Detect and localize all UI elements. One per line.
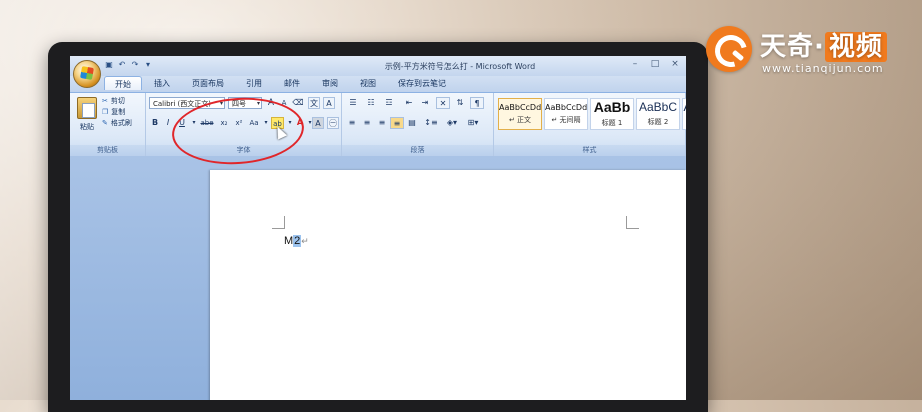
justify-icon[interactable]: ≡ bbox=[390, 117, 404, 129]
tab-mailings[interactable]: 邮件 bbox=[274, 76, 310, 90]
distributed-icon[interactable]: ▤ bbox=[405, 117, 419, 129]
clear-format-button[interactable]: ⌫ bbox=[292, 97, 304, 109]
tab-home[interactable]: 开始 bbox=[104, 76, 142, 90]
cut-button[interactable]: ✂ 剪切 bbox=[102, 96, 132, 107]
line-spacing-icon[interactable]: ↕≡ bbox=[422, 117, 440, 129]
style-sample: AaBbC bbox=[638, 100, 678, 114]
align-center-icon[interactable]: ≡ bbox=[360, 117, 374, 129]
bold-button[interactable]: B bbox=[149, 117, 161, 129]
quick-access-toolbar: ▣ ↶ ↷ ▾ bbox=[104, 60, 153, 70]
watermark-url: www.tianqijun.com bbox=[762, 62, 884, 75]
multilevel-list-icon[interactable]: ☲ bbox=[381, 97, 397, 109]
maximize-button[interactable]: □ bbox=[648, 59, 662, 70]
style-sample-partial: A bbox=[683, 100, 686, 114]
borders-icon[interactable]: ⊞▾ bbox=[464, 117, 482, 129]
copy-label: 复制 bbox=[111, 108, 126, 116]
char-shading-button[interactable]: A bbox=[312, 117, 324, 129]
style-sample: AaBbCcDd bbox=[499, 103, 541, 112]
paste-icon bbox=[77, 97, 97, 119]
paragraph-group: ☰ ☷ ☲ ⇤ ⇥ ✕ ⇅ ¶ ≡ ≡ ≡ ≡ ▤ ↕≡ ◈▾ ⊞▾ 段落 bbox=[342, 93, 494, 157]
style-heading-1[interactable]: AaBb 标题 1 bbox=[590, 98, 634, 130]
tab-save-to-cloud-notes[interactable]: 保存到云笔记 bbox=[388, 76, 456, 90]
cut-label: 剪切 bbox=[110, 97, 125, 105]
minimize-button[interactable]: – bbox=[628, 59, 642, 70]
text-run: M bbox=[284, 235, 294, 247]
format-painter-label: 格式刷 bbox=[110, 119, 132, 127]
ribbon: 粘贴 ✂ 剪切 ❐ 复制 ✎ 格式刷 剪贴板 Calibri (西文正文) ▾ 四号 ▾ … bbox=[70, 92, 686, 158]
style-normal[interactable]: AaBbCcDd ↵ 正文 bbox=[498, 98, 542, 130]
copy-button[interactable]: ❐ 复制 bbox=[102, 107, 132, 118]
title-bar: ▣ ↶ ↷ ▾ 示例-平方米符号怎么打 - Microsoft Word – □… bbox=[70, 56, 686, 76]
window-title: 示例-平方米符号怎么打 - Microsoft Word bbox=[384, 62, 536, 71]
char-border-button[interactable]: A bbox=[323, 97, 335, 109]
document-text[interactable]: M2↵ bbox=[284, 235, 309, 247]
watermark: 天奇· 视频 www.tianqijun.com bbox=[706, 22, 916, 82]
clipboard-actions: ✂ 剪切 ❐ 复制 ✎ 格式刷 bbox=[102, 96, 132, 129]
tab-references[interactable]: 引用 bbox=[236, 76, 272, 90]
styles-group: AaBbCcDd ↵ 正文 AaBbCcDd ↵ 无间隔 AaBb 标题 1 A… bbox=[494, 93, 686, 157]
document-page[interactable]: M2↵ bbox=[210, 170, 686, 400]
align-left-icon[interactable]: ≡ bbox=[345, 117, 359, 129]
clipboard-group: 粘贴 ✂ 剪切 ❐ 复制 ✎ 格式刷 剪贴板 bbox=[70, 93, 146, 157]
format-painter-button[interactable]: ✎ 格式刷 bbox=[102, 118, 132, 129]
style-name: 标题 2 bbox=[647, 118, 669, 126]
tab-review[interactable]: 审阅 bbox=[312, 76, 348, 90]
tab-view[interactable]: 视图 bbox=[350, 76, 386, 90]
crop-mark-top-left bbox=[272, 216, 285, 229]
watermark-title-left: 天奇· bbox=[760, 32, 825, 62]
enclose-char-button[interactable]: ㊀ bbox=[327, 117, 339, 129]
watermark-title-right: 视频 bbox=[824, 32, 887, 62]
copy-icon: ❐ bbox=[102, 108, 109, 116]
ribbon-tabs: 开始 插入 页面布局 引用 邮件 审阅 视图 保存到云笔记 bbox=[70, 76, 686, 92]
phonetic-guide-button[interactable]: 文 bbox=[308, 97, 320, 109]
shading-icon[interactable]: ◈▾ bbox=[443, 117, 461, 129]
customize-qat-icon[interactable]: ▾ bbox=[143, 60, 153, 70]
italic-button[interactable]: I bbox=[162, 117, 174, 129]
watermark-title: 天奇· 视频 bbox=[760, 26, 887, 63]
redo-icon[interactable]: ↷ bbox=[130, 60, 140, 70]
numbering-icon[interactable]: ☷ bbox=[363, 97, 379, 109]
tab-insert[interactable]: 插入 bbox=[144, 76, 180, 90]
chinese-layout-icon[interactable]: ✕ bbox=[436, 97, 450, 109]
tianqi-logo-icon bbox=[706, 26, 752, 72]
show-marks-icon[interactable]: ¶ bbox=[470, 97, 484, 109]
style-sample: AaBbCcDd bbox=[545, 103, 587, 112]
style-no-spacing[interactable]: AaBbCcDd ↵ 无间隔 bbox=[544, 98, 588, 130]
decrease-indent-icon[interactable]: ⇤ bbox=[402, 97, 416, 109]
style-sample: AaBb bbox=[593, 99, 631, 115]
paragraph-mark: ↵ bbox=[301, 236, 309, 246]
document-area: M2↵ bbox=[70, 156, 686, 400]
office-button[interactable] bbox=[73, 60, 101, 88]
tab-page-layout[interactable]: 页面布局 bbox=[182, 76, 234, 90]
align-right-icon[interactable]: ≡ bbox=[375, 117, 389, 129]
paste-button[interactable]: 粘贴 bbox=[76, 97, 98, 137]
office-logo-icon bbox=[80, 66, 94, 80]
paste-label: 粘贴 bbox=[80, 123, 94, 131]
style-name: ↵ 无间隔 bbox=[551, 116, 581, 124]
undo-icon[interactable]: ↶ bbox=[117, 60, 127, 70]
save-icon[interactable]: ▣ bbox=[104, 60, 114, 70]
style-heading-2[interactable]: AaBbC 标题 2 bbox=[636, 98, 680, 130]
window-controls: – □ × bbox=[628, 59, 682, 70]
increase-indent-icon[interactable]: ⇥ bbox=[418, 97, 432, 109]
scissors-icon: ✂ bbox=[102, 97, 108, 105]
sort-icon[interactable]: ⇅ bbox=[453, 97, 467, 109]
style-name: ↵ 正文 bbox=[508, 116, 532, 124]
crop-mark-top-right bbox=[626, 216, 639, 229]
close-button[interactable]: × bbox=[668, 59, 682, 70]
style-name: 标题 1 bbox=[601, 119, 623, 127]
word-window: ▣ ↶ ↷ ▾ 示例-平方米符号怎么打 - Microsoft Word – □… bbox=[70, 56, 686, 400]
style-more-partial[interactable]: A bbox=[682, 98, 686, 130]
brush-icon: ✎ bbox=[102, 119, 108, 127]
bullets-icon[interactable]: ☰ bbox=[345, 97, 361, 109]
